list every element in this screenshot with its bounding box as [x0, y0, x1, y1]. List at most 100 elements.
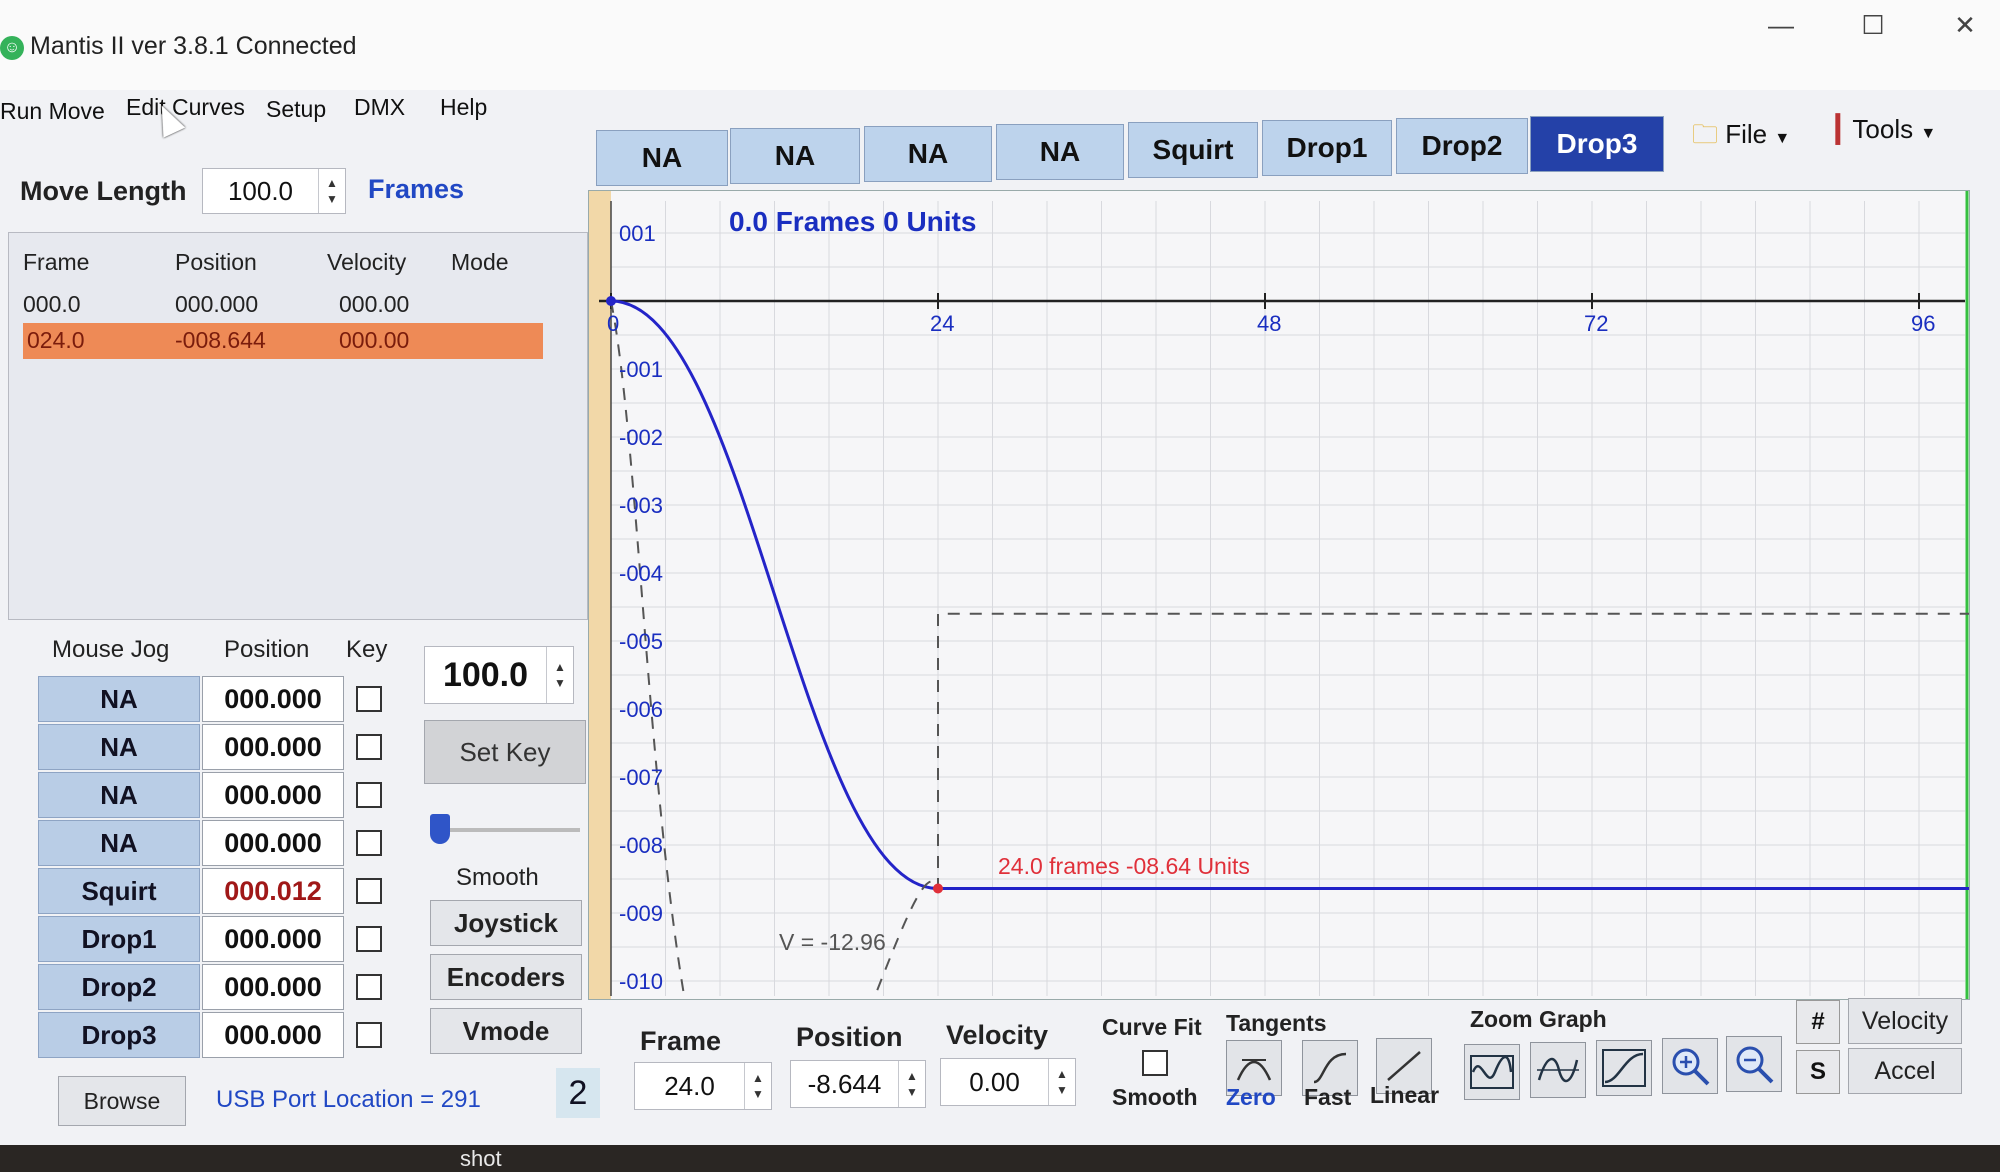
tab-na-4[interactable]: NA: [996, 124, 1124, 180]
title-bar: ☺ Mantis II ver 3.8.1 Connected — ☐ ✕: [0, 0, 2000, 90]
table-row-selected[interactable]: 024.0 -008.644 000.00: [23, 323, 543, 359]
file-menu[interactable]: 🗀 File ▼: [1692, 116, 1790, 160]
zoom-graph-label: Zoom Graph: [1470, 1006, 1607, 1032]
zoom-fit-button[interactable]: [1464, 1044, 1520, 1100]
tangent-zero-label: Zero: [1226, 1084, 1276, 1110]
jog-key-checkbox[interactable]: [356, 926, 382, 952]
menu-setup[interactable]: Setup: [266, 96, 326, 123]
tab-na-1[interactable]: NA: [596, 130, 728, 186]
zoom-out-icon: [1736, 1046, 1774, 1084]
tangent-linear-icon: [1387, 1051, 1421, 1081]
app-window: ☺ Mantis II ver 3.8.1 Connected — ☐ ✕ Ru…: [0, 0, 2000, 1145]
menu-edit-curves[interactable]: Edit Curves: [126, 94, 245, 121]
wrench-icon: ┃: [1830, 114, 1846, 144]
jog-speed-input[interactable]: 100.0 ▲ ▼: [424, 646, 574, 704]
jog-key-checkbox[interactable]: [356, 878, 382, 904]
jog-channel-button[interactable]: NA: [38, 820, 200, 866]
jog-channel-button[interactable]: Drop2: [38, 964, 200, 1010]
x-tick-label: 24: [930, 311, 954, 336]
chevron-down-icon: ▼: [1920, 125, 1937, 142]
zoom-wave-icon: [1537, 1058, 1579, 1082]
y-tick-label: -010: [619, 969, 663, 994]
chevron-down-icon: ▼: [1774, 130, 1791, 147]
s-button[interactable]: S: [1796, 1050, 1840, 1094]
graph-annotation: 24.0 frames -08.64 Units: [998, 853, 1250, 879]
jog-channel-button[interactable]: Squirt: [38, 868, 200, 914]
vmode-button[interactable]: Vmode: [430, 1008, 582, 1054]
minimize-icon[interactable]: —: [1746, 2, 1816, 48]
jog-key-checkbox[interactable]: [356, 734, 382, 760]
col-header-mode: Mode: [451, 249, 509, 275]
position-value: -8.644: [807, 1068, 882, 1099]
jog-position-field[interactable]: 000.000: [202, 772, 344, 818]
zoom-curve-icon: [1602, 1049, 1646, 1087]
tangent-fast-icon: [1313, 1052, 1347, 1084]
menu-dmx[interactable]: DMX: [354, 94, 405, 121]
velocity-view-button[interactable]: Velocity: [1848, 998, 1962, 1044]
browse-button[interactable]: Browse: [58, 1076, 186, 1126]
tab-squirt[interactable]: Squirt: [1128, 122, 1258, 178]
spinner-arrows-icon[interactable]: ▲ ▼: [1048, 1059, 1075, 1105]
velocity-input[interactable]: 0.00 ▲ ▼: [940, 1058, 1076, 1106]
x-tick-label: 0: [607, 311, 619, 336]
y-tick-label: -007: [619, 765, 663, 790]
table-row[interactable]: 000.0 000.000 000.00: [23, 287, 543, 323]
joystick-button[interactable]: Joystick: [430, 900, 582, 946]
tab-drop2[interactable]: Drop2: [1396, 118, 1528, 174]
hash-button[interactable]: #: [1796, 1000, 1840, 1044]
jog-position-field[interactable]: 000.000: [202, 964, 344, 1010]
spinner-arrows-icon[interactable]: ▲ ▼: [898, 1061, 925, 1107]
zoom-out-button[interactable]: [1726, 1036, 1782, 1092]
maximize-icon[interactable]: ☐: [1838, 2, 1908, 48]
menu-run-move[interactable]: Run Move: [0, 98, 105, 125]
jog-position-field[interactable]: 000.000: [202, 916, 344, 962]
jog-channel-button[interactable]: NA: [38, 724, 200, 770]
curve-graph[interactable]: 0 24 48 72 96 001 -001 -002 -003 -004 -005 -006 -007…: [588, 190, 1970, 1000]
tools-menu[interactable]: ┃ Tools ▼: [1830, 114, 1936, 145]
frame-input[interactable]: 24.0 ▲ ▼: [634, 1062, 772, 1110]
move-length-input[interactable]: 100.0 ▲ ▼: [202, 168, 346, 214]
set-key-button[interactable]: Set Key: [424, 720, 586, 784]
encoders-button[interactable]: Encoders: [430, 954, 582, 1000]
jog-position-field[interactable]: 000.000: [202, 1012, 344, 1058]
col-header-position: Position: [175, 249, 257, 275]
jog-header-key: Key: [346, 636, 388, 663]
tab-drop1[interactable]: Drop1: [1262, 120, 1392, 176]
position-input[interactable]: -8.644 ▲ ▼: [790, 1060, 926, 1108]
tab-na-3[interactable]: NA: [864, 126, 992, 182]
smooth-slider[interactable]: [430, 814, 580, 850]
jog-position-field[interactable]: 000.000: [202, 820, 344, 866]
spinner-arrows-icon[interactable]: ▲ ▼: [744, 1063, 771, 1109]
jog-key-checkbox[interactable]: [356, 974, 382, 1000]
y-tick-label: -003: [619, 493, 663, 518]
jog-channel-button[interactable]: Drop3: [38, 1012, 200, 1058]
jog-channel-button[interactable]: NA: [38, 676, 200, 722]
jog-key-checkbox[interactable]: [356, 830, 382, 856]
accel-view-button[interactable]: Accel: [1848, 1048, 1962, 1094]
jog-channel-button[interactable]: NA: [38, 772, 200, 818]
file-menu-label: File: [1725, 119, 1768, 149]
jog-key-checkbox[interactable]: [356, 686, 382, 712]
zoom-curve-button[interactable]: [1596, 1040, 1652, 1096]
folder-icon: 🗀: [1692, 119, 1719, 149]
jog-channel-button[interactable]: Drop1: [38, 916, 200, 962]
jog-key-checkbox[interactable]: [356, 782, 382, 808]
jog-position-field[interactable]: 000.012: [202, 868, 344, 914]
slider-thumb[interactable]: [430, 814, 450, 844]
tangent-fast-label: Fast: [1304, 1084, 1352, 1110]
jog-position-field[interactable]: 000.000: [202, 724, 344, 770]
close-icon[interactable]: ✕: [1930, 2, 2000, 48]
tab-na-2[interactable]: NA: [730, 128, 860, 184]
tab-drop3[interactable]: Drop3: [1530, 116, 1664, 172]
col-header-frame: Frame: [23, 249, 90, 275]
curve-fit-smooth-checkbox[interactable]: [1142, 1050, 1168, 1076]
spinner-arrows-icon[interactable]: ▲ ▼: [318, 169, 345, 213]
spinner-arrows-icon[interactable]: ▲ ▼: [546, 647, 573, 703]
zoom-wave-button[interactable]: [1530, 1042, 1586, 1098]
jog-position-field[interactable]: 000.000: [202, 676, 344, 722]
menu-help[interactable]: Help: [440, 94, 487, 121]
jog-key-checkbox[interactable]: [356, 1022, 382, 1048]
y-tick-label: -008: [619, 833, 663, 858]
jog-header-position: Position: [224, 636, 310, 663]
zoom-in-button[interactable]: [1662, 1038, 1718, 1094]
